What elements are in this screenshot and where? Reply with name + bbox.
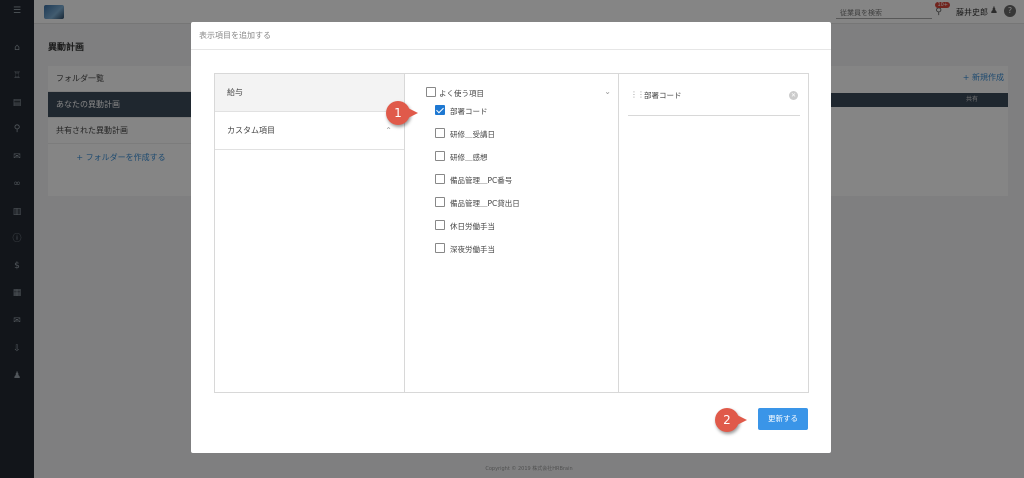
category-list: 給与 カスタム項目 ⌃ bbox=[215, 74, 405, 392]
list-item[interactable]: 備品管理＿PC貸出日 bbox=[435, 197, 605, 209]
close-icon[interactable]: ✕ bbox=[789, 91, 798, 100]
list-item[interactable]: 研修＿感想 bbox=[435, 151, 605, 163]
callout-step-2: 2 bbox=[715, 408, 747, 432]
list-item[interactable]: 研修＿受講日 bbox=[435, 128, 605, 140]
selected-item[interactable]: ⋮⋮ 部署コード ✕ bbox=[628, 88, 800, 116]
item-checkbox[interactable] bbox=[435, 151, 445, 161]
list-item[interactable]: 休日労働手当 bbox=[435, 220, 605, 232]
modal-title: 表示項目を追加する bbox=[191, 22, 831, 50]
item-label: 深夜労働手当 bbox=[450, 245, 495, 254]
item-label: 備品管理＿PC番号 bbox=[450, 176, 513, 185]
item-label: 休日労働手当 bbox=[450, 222, 495, 231]
category-label: 給与 bbox=[227, 88, 243, 97]
category-item-custom[interactable]: カスタム項目 ⌃ bbox=[215, 112, 404, 150]
list-item[interactable]: 深夜労働手当 bbox=[435, 243, 605, 255]
item-checkbox[interactable] bbox=[435, 243, 445, 253]
item-label: 研修＿受講日 bbox=[450, 130, 495, 139]
category-item-salary[interactable]: 給与 bbox=[215, 74, 404, 112]
category-label: カスタム項目 bbox=[227, 126, 275, 135]
drag-handle-icon[interactable]: ⋮⋮ bbox=[630, 90, 645, 99]
item-checkbox[interactable] bbox=[435, 128, 445, 138]
selected-item-label: 部署コード bbox=[644, 91, 682, 100]
item-checkbox[interactable] bbox=[435, 174, 445, 184]
add-display-items-modal: 表示項目を追加する 給与 カスタム項目 ⌃ よく使う項目 ⌄ 部署コード 研修＿… bbox=[191, 22, 831, 453]
group-frequent-items[interactable]: よく使う項目 ⌄ bbox=[426, 87, 611, 99]
item-list: よく使う項目 ⌄ 部署コード 研修＿受講日 研修＿感想 備品管理＿PC番号 備品… bbox=[406, 74, 619, 392]
chevron-down-icon[interactable]: ⌄ bbox=[604, 87, 611, 96]
update-button[interactable]: 更新する bbox=[758, 408, 808, 430]
item-checkbox-checked[interactable] bbox=[435, 105, 445, 115]
callout-step-1: 1 bbox=[386, 101, 418, 125]
list-item[interactable]: 備品管理＿PC番号 bbox=[435, 174, 605, 186]
item-checkbox[interactable] bbox=[435, 197, 445, 207]
group-checkbox[interactable] bbox=[426, 87, 436, 97]
item-label: 研修＿感想 bbox=[450, 153, 488, 162]
selection-panel: 給与 カスタム項目 ⌃ よく使う項目 ⌄ 部署コード 研修＿受講日 研修＿感想 … bbox=[214, 73, 809, 393]
item-label: 備品管理＿PC貸出日 bbox=[450, 199, 520, 208]
item-checkbox[interactable] bbox=[435, 220, 445, 230]
list-item[interactable]: 部署コード bbox=[435, 105, 605, 117]
selected-items-list: ⋮⋮ 部署コード ✕ bbox=[620, 74, 808, 392]
group-label: よく使う項目 bbox=[439, 89, 484, 98]
item-label: 部署コード bbox=[450, 107, 488, 116]
